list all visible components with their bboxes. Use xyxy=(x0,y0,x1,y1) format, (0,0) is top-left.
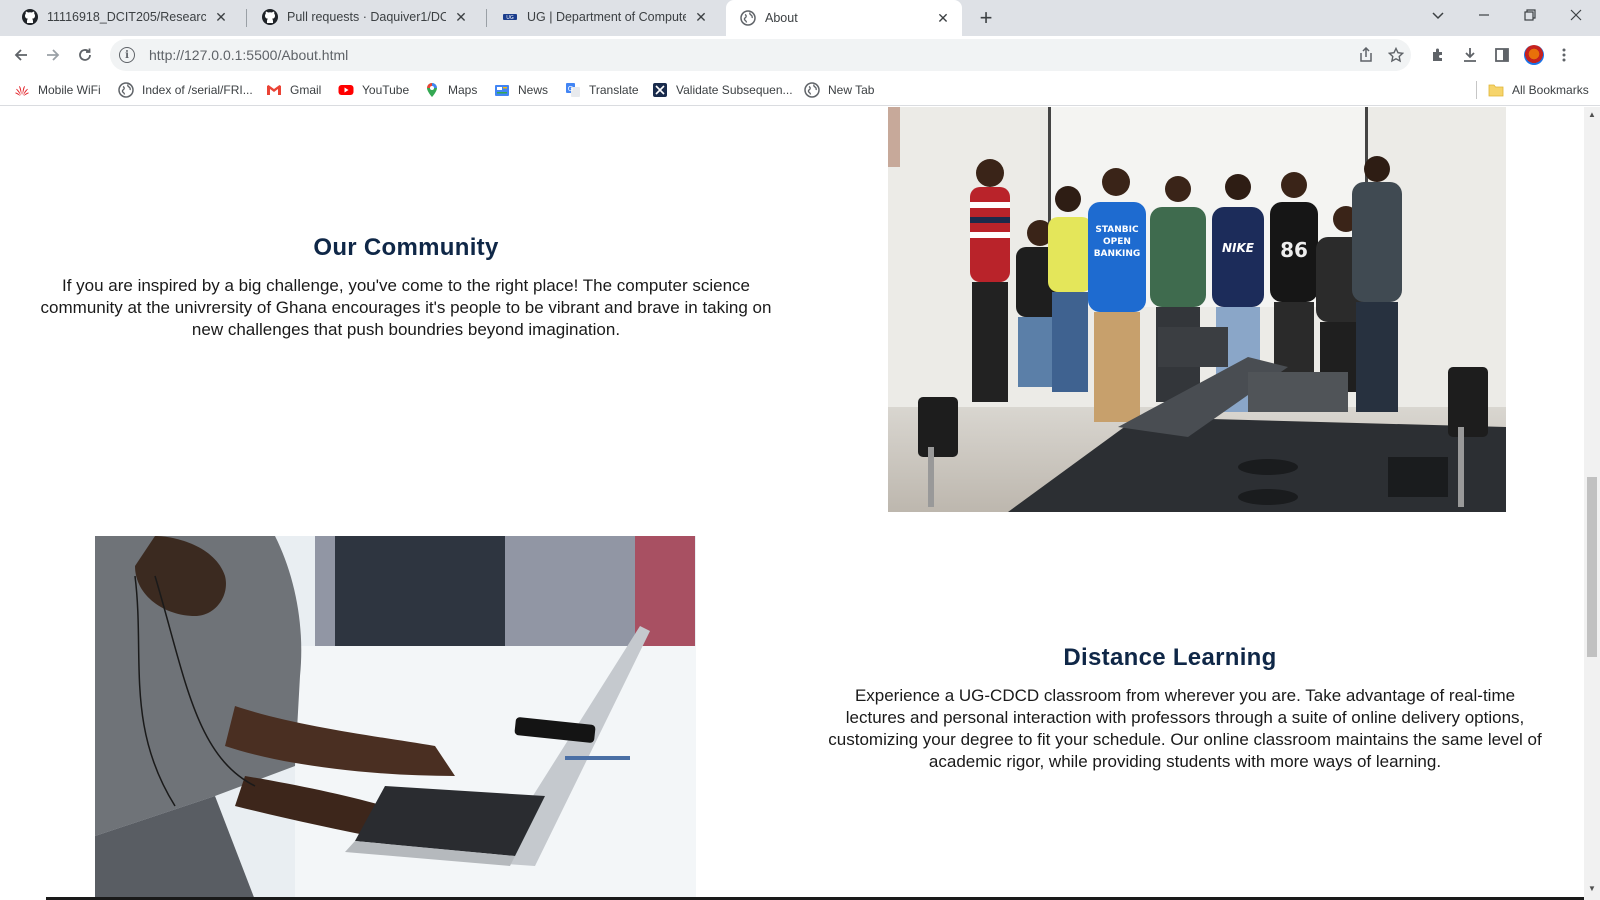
close-icon[interactable]: ✕ xyxy=(452,8,470,26)
tab-search-chevron-icon[interactable] xyxy=(1416,0,1460,30)
browser-toolbar: i http://127.0.0.1:5500/About.html xyxy=(0,36,1600,74)
tab-separator xyxy=(246,9,247,27)
maps-icon xyxy=(424,82,440,98)
all-bookmarks-button[interactable]: All Bookmarks xyxy=(1488,80,1589,100)
bookmark-validate-subsequence[interactable]: Validate Subsequen... xyxy=(652,80,793,100)
globe-icon xyxy=(804,82,820,98)
svg-text:BANKING: BANKING xyxy=(1094,249,1141,259)
bookmark-new-tab[interactable]: New Tab xyxy=(804,80,874,100)
new-tab-button[interactable]: + xyxy=(972,5,1000,31)
globe-icon xyxy=(740,10,756,26)
bookmark-youtube[interactable]: YouTube xyxy=(338,80,409,100)
bookmark-label: Maps xyxy=(448,83,478,97)
tab-research-css[interactable]: 11116918_DCIT205/Research.css ✕ xyxy=(8,0,240,34)
bookmark-news[interactable]: News xyxy=(494,80,548,100)
bookmark-mobile-wifi[interactable]: Mobile WiFi xyxy=(14,80,101,100)
bookmarks-bar: Mobile WiFi Index of /serial/FRI... Gmai… xyxy=(0,74,1600,106)
scroll-thumb[interactable] xyxy=(1587,477,1597,657)
bookmark-label: Index of /serial/FRI... xyxy=(142,83,253,97)
tab-ug-department[interactable]: UG UG | Department of Computer S ✕ xyxy=(488,0,720,34)
distance-learning-text: Experience a UG-CDCD classroom from wher… xyxy=(828,686,1542,771)
scroll-up-arrow-icon[interactable]: ▲ xyxy=(1588,111,1596,119)
reload-icon xyxy=(79,48,91,61)
profile-avatar[interactable] xyxy=(1519,40,1549,70)
laptop-user-photo xyxy=(95,536,696,900)
address-bar[interactable]: i http://127.0.0.1:5500/About.html xyxy=(110,39,1411,71)
bookmark-label: News xyxy=(518,83,549,97)
github-icon xyxy=(262,9,278,25)
gmail-icon xyxy=(266,82,282,98)
tab-separator xyxy=(486,9,487,27)
tab-strip: 11116918_DCIT205/Research.css ✕ Pull req… xyxy=(0,0,1600,36)
tab-title: About xyxy=(765,11,798,25)
ug-logo-icon: UG xyxy=(502,9,518,25)
tab-title: 11116918_DCIT205/Research.css xyxy=(47,10,206,24)
bookmark-label: New Tab xyxy=(828,83,875,97)
side-panel-icon[interactable] xyxy=(1487,40,1517,70)
globe-icon xyxy=(118,82,134,98)
back-button[interactable] xyxy=(6,40,36,70)
url-text[interactable]: http://127.0.0.1:5500/About.html xyxy=(149,47,1351,63)
bookmark-label: Validate Subsequen... xyxy=(676,83,793,97)
distance-learning-heading: Distance Learning xyxy=(1063,644,1277,671)
scroll-down-arrow-icon[interactable]: ▼ xyxy=(1588,885,1596,893)
youtube-icon xyxy=(338,82,354,98)
svg-text:NIKE: NIKE xyxy=(1222,241,1255,255)
bookmark-label: All Bookmarks xyxy=(1512,83,1589,97)
tab-pull-requests[interactable]: Pull requests · Daquiver1/DCIT_2 ✕ xyxy=(248,0,480,34)
bookmark-label: YouTube xyxy=(362,83,410,97)
bookmark-star-icon[interactable] xyxy=(1381,40,1411,70)
tab-title: Pull requests · Daquiver1/DCIT_2 xyxy=(287,10,446,24)
bookmark-index-serial[interactable]: Index of /serial/FRI... xyxy=(118,80,253,100)
page-scrollbar[interactable]: ▲ ▼ xyxy=(1584,107,1600,900)
forward-button[interactable] xyxy=(38,40,68,70)
folder-icon xyxy=(1488,82,1504,98)
minimize-button[interactable] xyxy=(1462,0,1506,30)
bookmark-label: Gmail xyxy=(290,83,322,97)
bookmark-label: Translate xyxy=(589,83,639,97)
news-icon xyxy=(494,82,510,98)
extensions-icon[interactable] xyxy=(1423,40,1453,70)
bookmark-gmail[interactable]: Gmail xyxy=(266,80,321,100)
tab-about-active[interactable]: About ✕ xyxy=(726,0,962,36)
back-arrow-icon xyxy=(14,49,27,61)
close-icon[interactable]: ✕ xyxy=(692,8,710,26)
download-icon[interactable] xyxy=(1455,40,1485,70)
svg-text:UG: UG xyxy=(506,15,514,21)
github-icon xyxy=(22,9,38,25)
forward-arrow-icon xyxy=(47,49,60,61)
bookmarks-separator xyxy=(1476,81,1477,99)
bookmark-label: Mobile WiFi xyxy=(38,83,101,97)
reload-button[interactable] xyxy=(70,40,100,70)
validate-icon xyxy=(652,82,668,98)
share-icon[interactable] xyxy=(1351,40,1381,70)
avatar xyxy=(1524,45,1544,65)
translate-icon: G xyxy=(565,82,581,98)
svg-text:STANBIC: STANBIC xyxy=(1095,225,1139,235)
bookmark-translate[interactable]: G Translate xyxy=(565,80,639,100)
close-icon[interactable]: ✕ xyxy=(212,8,230,26)
tab-title: UG | Department of Computer S xyxy=(527,10,686,24)
bookmark-maps[interactable]: Maps xyxy=(424,80,477,100)
close-icon[interactable]: ✕ xyxy=(934,9,952,27)
svg-text:86: 86 xyxy=(1280,238,1308,262)
community-text: If you are inspired by a big challenge, … xyxy=(40,276,772,339)
site-info-icon[interactable]: i xyxy=(119,47,135,63)
close-window-button[interactable] xyxy=(1554,0,1598,30)
page-viewport: Our Community If you are inspired by a b… xyxy=(0,107,1584,900)
menu-kebab-icon[interactable] xyxy=(1549,40,1579,70)
restore-button[interactable] xyxy=(1508,0,1552,30)
svg-text:OPEN: OPEN xyxy=(1103,237,1131,247)
community-group-photo: STANBIC OPEN BANKING NIKE 86 xyxy=(888,107,1506,512)
huawei-icon xyxy=(14,82,30,98)
community-heading: Our Community xyxy=(313,234,499,261)
svg-text:G: G xyxy=(568,85,573,93)
